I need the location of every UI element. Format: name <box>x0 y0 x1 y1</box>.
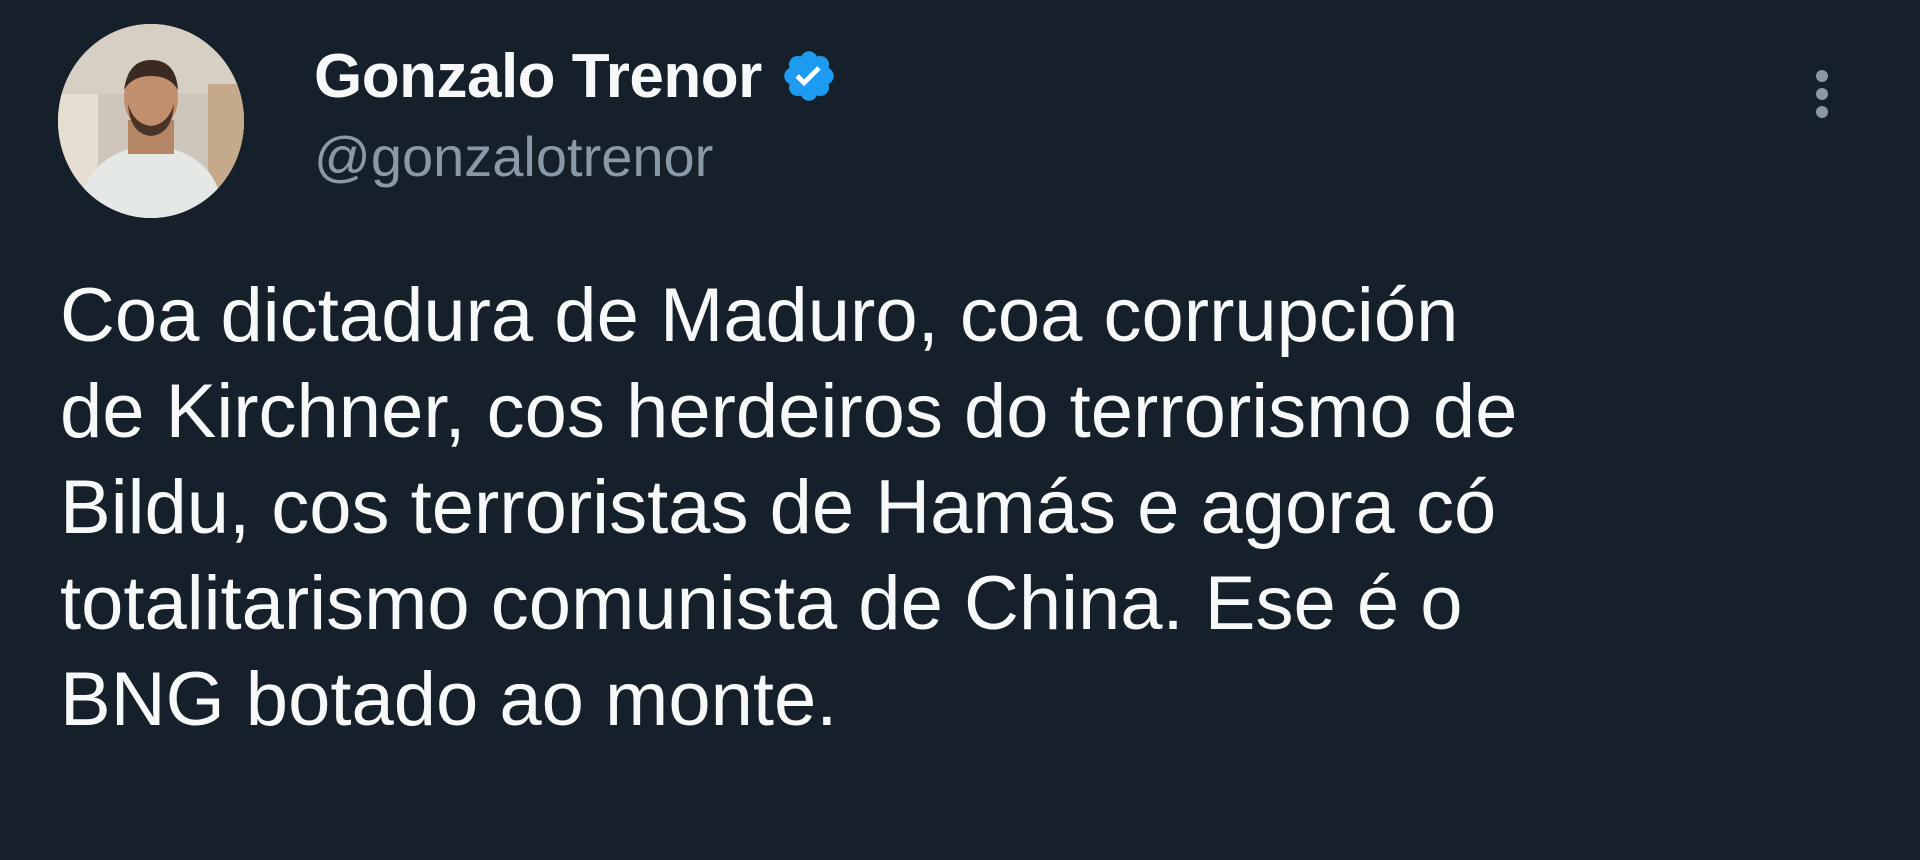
tweet-header: Gonzalo Trenor @gonzalotrenor <box>314 34 838 189</box>
profile-photo <box>58 24 244 218</box>
tweet-text: Coa dictadura de Maduro, coa corrupción … <box>60 268 1860 748</box>
avatar[interactable] <box>58 24 244 218</box>
user-handle[interactable]: @gonzalotrenor <box>314 124 838 189</box>
tweet-text-line: Bildu, cos terroristas de Hamás e agora … <box>60 465 1497 550</box>
tweet-text-line: BNG botado ao monte. <box>60 657 838 742</box>
more-vertical-icon[interactable] <box>1804 64 1840 144</box>
tweet-text-line: totalitarismo comunista de China. Ese é … <box>60 561 1463 646</box>
tweet-card: Gonzalo Trenor @gonzalotrenor Coa dictad… <box>0 0 1920 860</box>
tweet-text-line: Coa dictadura de Maduro, coa corrupción <box>60 273 1459 358</box>
name-row: Gonzalo Trenor <box>314 34 838 118</box>
verified-badge-icon <box>780 47 838 105</box>
tweet-text-line: de Kirchner, cos herdeiros do terrorismo… <box>60 369 1518 454</box>
display-name[interactable]: Gonzalo Trenor <box>314 41 762 112</box>
